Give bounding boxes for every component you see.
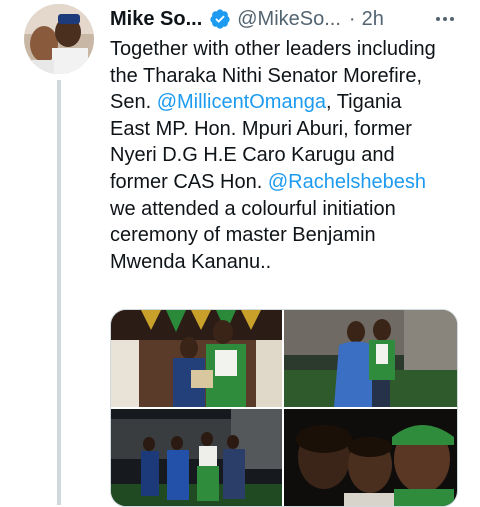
verified-badge-icon: [210, 9, 230, 29]
tweet-text-line: Nyeri D.G H.E Caro Karugu and: [110, 144, 395, 167]
mention-link-millicentomanga[interactable]: @MillicentOmanga: [157, 91, 326, 113]
media-photo-garden[interactable]: [284, 310, 457, 407]
tweet-text-line: former CAS Hon. @Rachelshebesh: [110, 169, 465, 196]
media-photo-ceremony[interactable]: [111, 310, 282, 407]
tweet-text-line: ceremony of master Benjamin: [110, 224, 376, 247]
more-options-ellipsis-icon[interactable]: [430, 6, 460, 32]
tweet-text-line: Sen. @MillicentOmanga, Tigania: [110, 89, 465, 116]
media-photo-group[interactable]: [111, 409, 282, 506]
tweet-body: Together with other leaders including th…: [110, 36, 465, 275]
author-display-name[interactable]: Mike So...: [110, 6, 202, 32]
thread-connector-line: [57, 80, 61, 505]
avatar-photo: [24, 4, 94, 74]
mention-link-rachelshebesh[interactable]: @Rachelshebesh: [268, 171, 426, 193]
tweet-timestamp[interactable]: 2h: [362, 6, 384, 32]
tweet-text-fragment: former CAS Hon.: [110, 170, 268, 193]
tweet-text-line: the Tharaka Nithi Senator Morefire,: [110, 64, 423, 87]
tweet-text-fragment: Sen.: [110, 91, 157, 114]
tweet-text-line: East MP. Hon. Mpuri Aburi, former: [110, 117, 412, 140]
tweet-text-line: Together with other leaders including: [110, 38, 436, 60]
author-avatar[interactable]: [24, 4, 94, 74]
meta-separator: ·: [348, 8, 356, 30]
tweet-header: Mike So... @MikeSo... · 2h: [110, 6, 460, 32]
author-handle[interactable]: @MikeSo...: [237, 6, 341, 32]
tweet-text-line: we attended a colourful initiation: [110, 197, 396, 220]
tweet-media-grid: [110, 309, 458, 507]
tweet-text-fragment: , Tigania: [325, 91, 402, 114]
tweet-text-line: Mwenda Kananu..: [110, 250, 272, 273]
media-photo-selfie[interactable]: [284, 409, 457, 506]
